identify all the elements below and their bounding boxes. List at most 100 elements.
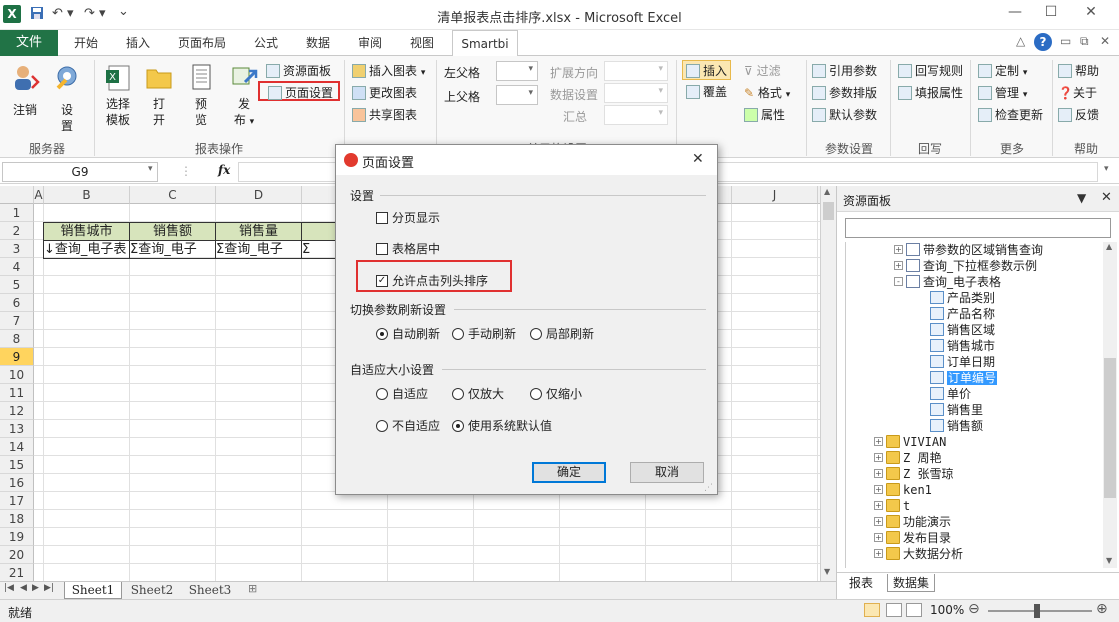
page-layout-view-icon[interactable]	[886, 603, 902, 617]
grid-cell[interactable]	[646, 510, 732, 528]
tab-insert[interactable]: 插入	[116, 30, 160, 56]
grid-cell[interactable]	[34, 402, 44, 420]
grid-cell[interactable]	[130, 474, 216, 492]
grid-cell[interactable]	[646, 546, 732, 564]
radio-system-default[interactable]: 使用系统默认值	[452, 417, 552, 434]
grid-cell[interactable]	[216, 402, 302, 420]
grid-cell[interactable]	[34, 492, 44, 510]
tab-smartbi[interactable]: Smartbi	[452, 30, 518, 57]
row-header[interactable]: 2	[0, 222, 34, 240]
tab-view[interactable]: 视图	[400, 30, 444, 56]
row-header[interactable]: 9	[0, 348, 34, 366]
grid-cell[interactable]	[560, 528, 646, 546]
radio-partial-refresh[interactable]: 局部刷新	[530, 325, 594, 342]
expand-icon[interactable]: +	[894, 261, 903, 270]
radio-enlarge-only[interactable]: 仅放大	[452, 385, 504, 402]
tree-item[interactable]: 销售里	[846, 402, 1101, 418]
grid-cell[interactable]	[34, 348, 44, 366]
grid-cell[interactable]	[732, 366, 818, 384]
table-header-cell[interactable]: 销售城市	[43, 222, 130, 241]
tree-item[interactable]: + 发布目录	[846, 530, 1101, 546]
row-header[interactable]: 15	[0, 456, 34, 474]
grid-cell[interactable]	[216, 564, 302, 581]
tree-item[interactable]: + Z 张雪琼	[846, 466, 1101, 482]
grid-cell[interactable]	[44, 366, 130, 384]
row-header[interactable]: 19	[0, 528, 34, 546]
column-header[interactable]: J	[732, 186, 818, 204]
grid-cell[interactable]	[130, 492, 216, 510]
grid-cell[interactable]	[732, 258, 818, 276]
table-header-cell[interactable]: 销售量	[215, 222, 302, 241]
select-template-button[interactable]: X 选择 模板	[100, 62, 136, 128]
grid-cell[interactable]	[732, 402, 818, 420]
radio-auto-refresh[interactable]: 自动刷新	[376, 325, 440, 342]
grid-cell[interactable]	[216, 258, 302, 276]
grid-cell[interactable]	[732, 492, 818, 510]
grid-cell[interactable]	[732, 330, 818, 348]
restore-down-icon[interactable]: ⧉	[1080, 34, 1089, 49]
row-header[interactable]: 6	[0, 294, 34, 312]
about-button[interactable]: ❓关于	[1058, 83, 1097, 103]
expand-formula-icon[interactable]: ▾	[1104, 164, 1109, 174]
grid-cell[interactable]	[216, 546, 302, 564]
grid-cell[interactable]	[130, 330, 216, 348]
panel-tab-report[interactable]: 报表	[841, 574, 881, 592]
grid-cell[interactable]	[474, 510, 560, 528]
page-break-view-icon[interactable]	[906, 603, 922, 617]
radio-autosize[interactable]: 自适应	[376, 385, 428, 402]
grid-cell[interactable]	[732, 564, 818, 581]
row-header[interactable]: 3	[0, 240, 34, 258]
top-parent-select[interactable]: ▾	[496, 85, 538, 105]
ok-button[interactable]: 确定	[532, 462, 606, 483]
row-header[interactable]: 21	[0, 564, 34, 581]
grid-cell[interactable]	[216, 438, 302, 456]
grid-cell[interactable]	[44, 438, 130, 456]
zoom-out-icon[interactable]: ⊖	[968, 601, 980, 617]
grid-cell[interactable]	[44, 420, 130, 438]
grid-cell[interactable]	[216, 294, 302, 312]
paging-checkbox[interactable]: 分页显示	[376, 209, 440, 226]
zoom-slider-thumb[interactable]	[1034, 604, 1040, 618]
resource-search-input[interactable]	[845, 218, 1111, 238]
table-data-cell[interactable]: Σ查询_电子	[129, 240, 216, 259]
grid-cell[interactable]	[388, 546, 474, 564]
dialog-close-icon[interactable]: ✕	[692, 151, 704, 167]
grid-cell[interactable]	[130, 528, 216, 546]
close-workbook-icon[interactable]: ✕	[1100, 34, 1110, 48]
resource-panel-button[interactable]: 资源面板	[266, 61, 331, 81]
tree-item[interactable]: 订单日期	[846, 354, 1101, 370]
grid-cell[interactable]	[216, 420, 302, 438]
settings-button[interactable]: 设 置	[50, 62, 84, 134]
expand-icon[interactable]: +	[874, 533, 883, 542]
sheet-nav-next-icon[interactable]: ▶	[32, 583, 39, 593]
feedback-button[interactable]: 反馈	[1058, 105, 1099, 125]
column-header[interactable]: C	[130, 186, 216, 204]
grid-cell[interactable]	[34, 546, 44, 564]
grid-cell[interactable]	[130, 546, 216, 564]
grid-cell[interactable]	[646, 528, 732, 546]
row-header[interactable]: 7	[0, 312, 34, 330]
row-header[interactable]: 17	[0, 492, 34, 510]
column-header[interactable]: A	[34, 186, 44, 204]
grid-cell[interactable]	[732, 240, 818, 258]
row-header[interactable]: 14	[0, 438, 34, 456]
logout-button[interactable]: 注销	[6, 62, 44, 118]
grid-cell[interactable]	[34, 330, 44, 348]
grid-cell[interactable]	[130, 294, 216, 312]
grid-cell[interactable]	[34, 204, 44, 222]
panel-menu-icon[interactable]: ▼	[1077, 191, 1086, 205]
grid-cell[interactable]	[44, 348, 130, 366]
expand-icon[interactable]: +	[874, 469, 883, 478]
tab-file[interactable]: 文件	[0, 30, 58, 56]
namebox-dropdown-icon[interactable]: ▾	[148, 164, 153, 174]
help-icon[interactable]: ?	[1034, 33, 1052, 51]
tab-page-layout[interactable]: 页面布局	[168, 30, 236, 56]
format-button[interactable]: ✎ 格式 ▾	[744, 83, 790, 103]
grid-cell[interactable]	[130, 510, 216, 528]
tree-item[interactable]: 销售区域	[846, 322, 1101, 338]
grid-cell[interactable]	[34, 258, 44, 276]
grid-cell[interactable]	[44, 294, 130, 312]
radio-no-autosize[interactable]: 不自适应	[376, 417, 440, 434]
sheet-tab-sheet3[interactable]: Sheet3	[182, 582, 238, 599]
grid-cell[interactable]	[130, 366, 216, 384]
